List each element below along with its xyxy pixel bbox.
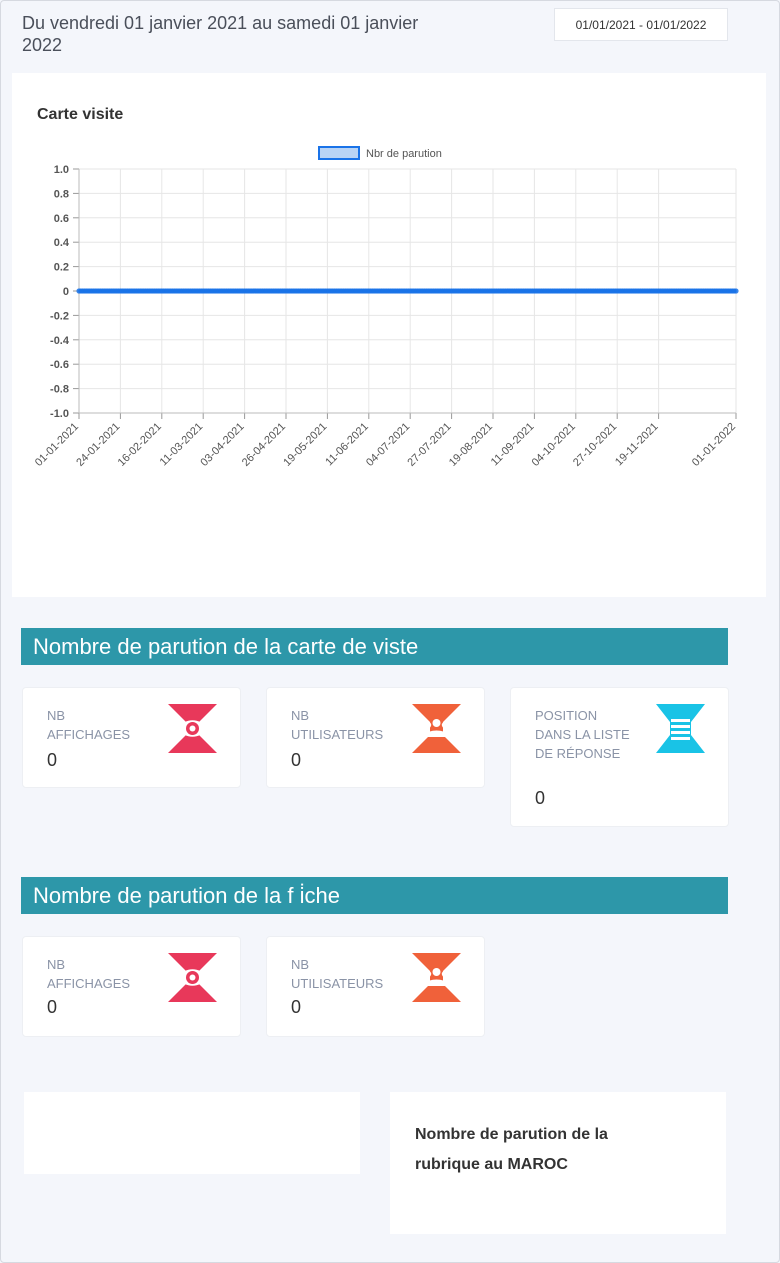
list-icon xyxy=(656,704,705,753)
y-tick-label: 1.0 xyxy=(54,164,69,176)
x-tick-label: 19-05-2021 xyxy=(281,421,329,469)
stat-card-affichages: NB AFFICHAGES 0 xyxy=(22,687,241,788)
line-chart: 1.00.80.60.40.20-0.2-0.4-0.6-0.8-1.001-0… xyxy=(33,146,739,469)
stat-card-position: POSITION DANS LA LISTE DE RÉPONSE 0 xyxy=(510,687,729,827)
stat-value: 0 xyxy=(535,788,546,808)
eye-icon xyxy=(168,953,217,1002)
stat-value: 0 xyxy=(291,750,302,770)
stat-label: POSITION DANS LA LISTE DE RÉPONSE xyxy=(535,708,630,761)
y-tick-label: 0.4 xyxy=(54,237,70,249)
stat-label: NB AFFICHAGES xyxy=(47,957,131,991)
y-tick-label: -0.2 xyxy=(50,310,69,322)
data-point xyxy=(733,288,739,294)
stat-label: NB UTILISATEURS xyxy=(291,957,384,991)
x-tick-label: 27-10-2021 xyxy=(571,421,619,469)
y-tick-label: -0.6 xyxy=(50,359,69,371)
date-range-text: Du vendredi 01 janvier 2021 au samedi 01… xyxy=(22,13,419,55)
section-header-fiche: Nombre de parution de la f i̇che xyxy=(21,877,728,914)
section-header-carte: Nombre de parution de la carte de viste xyxy=(21,628,728,665)
users-icon xyxy=(412,704,461,753)
x-tick-label: 24-01-2021 xyxy=(74,421,122,469)
legend-swatch xyxy=(318,146,360,160)
stat-value: 0 xyxy=(291,997,302,1017)
y-tick-label: -1.0 xyxy=(50,408,69,420)
x-tick-label: 01-01-2022 xyxy=(690,421,738,469)
date-range-input[interactable]: 01/01/2021 - 01/01/2022 xyxy=(554,8,728,41)
y-tick-label: -0.4 xyxy=(50,335,70,347)
y-tick-label: 0.6 xyxy=(54,213,69,225)
stat-card-utilisateurs: NB UTILISATEURS 0 xyxy=(266,687,485,788)
stat-value: 0 xyxy=(47,997,58,1017)
rubrique-card: Nombre de parution de la rubrique au MAR… xyxy=(390,1092,726,1234)
x-tick-label: 26-04-2021 xyxy=(240,421,288,469)
chart-card: Carte visite 1.0 0.8 0.6 0.4 0.2 0 -0.2 -0.4 -0.… xyxy=(12,73,766,597)
y-tick-label: 0.2 xyxy=(54,262,69,274)
eye-icon xyxy=(168,704,217,753)
legend-label: Nbr de parution xyxy=(366,148,442,160)
x-tick-label: 19-08-2021 xyxy=(447,421,495,469)
x-tick-label: 19-11-2021 xyxy=(613,421,661,469)
empty-card xyxy=(24,1092,360,1174)
rubrique-title: Nombre de parution de la rubrique au MAR… xyxy=(415,1126,608,1173)
x-tick-label: 01-01-2021 xyxy=(33,421,81,469)
users-icon xyxy=(412,953,461,1002)
stat-value: 0 xyxy=(47,750,58,770)
stat-card-affichages: NB AFFICHAGES 0 xyxy=(22,936,241,1037)
y-tick-label: 0 xyxy=(63,286,69,298)
y-tick-label: -0.8 xyxy=(50,384,69,396)
x-tick-label: 03-04-2021 xyxy=(198,421,246,469)
stat-label: NB AFFICHAGES xyxy=(47,708,131,742)
stat-card-utilisateurs: NB UTILISATEURS 0 xyxy=(266,936,485,1037)
x-tick-label: 04-07-2021 xyxy=(364,421,412,469)
x-tick-label: 16-02-2021 xyxy=(116,421,164,469)
stat-label: NB UTILISATEURS xyxy=(291,708,384,742)
x-tick-label: 27-07-2021 xyxy=(405,421,453,469)
y-tick-label: 0.8 xyxy=(54,188,69,200)
x-tick-label: 04-10-2021 xyxy=(530,421,578,469)
